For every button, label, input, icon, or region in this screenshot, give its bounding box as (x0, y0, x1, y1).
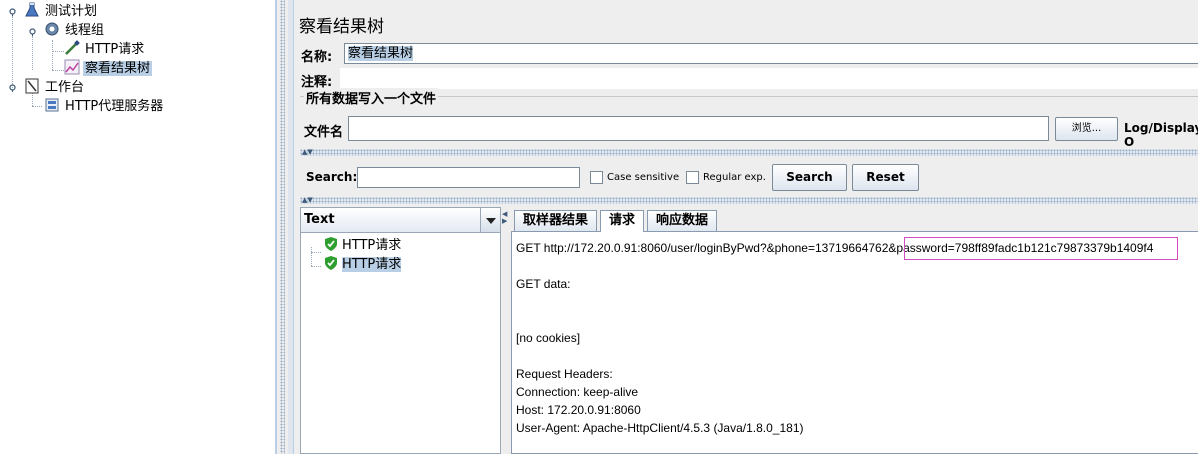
request-line: User-Agent: Apache-HttpClient/4.5.3 (Jav… (516, 421, 804, 435)
chart-icon (64, 59, 80, 75)
request-line: Connection: keep-alive (516, 385, 639, 399)
tree-item-proxy-server[interactable]: HTTP代理服务器 (44, 97, 165, 115)
file-group-title: 所有数据写入一个文件 (304, 88, 439, 107)
search-button[interactable]: Search (772, 164, 847, 191)
filename-label: 文件名 (304, 125, 344, 140)
search-label: Search: (306, 170, 358, 184)
tree-item-workbench[interactable]: 工作台 (24, 78, 86, 96)
tree-item-label: HTTP请求 (85, 42, 145, 57)
name-label: 名称: (301, 50, 333, 65)
browse-button[interactable]: 浏览... (1055, 117, 1118, 141)
case-sensitive-checkbox[interactable] (590, 171, 603, 184)
panel-edge (288, 0, 294, 454)
tree-connector (311, 266, 321, 267)
expand-handle-icon[interactable] (28, 27, 37, 36)
tree-item-result-tree[interactable]: 察看结果树 (64, 59, 153, 77)
page-title: 察看结果树 (299, 17, 384, 37)
expand-handle-icon[interactable] (8, 83, 17, 92)
result-item[interactable]: HTTP请求 (323, 255, 402, 273)
server-icon (45, 98, 59, 112)
gear-icon (45, 22, 59, 36)
flask-icon (25, 2, 39, 17)
chevron-down-icon[interactable] (480, 208, 500, 232)
success-shield-icon (325, 256, 337, 270)
tab-response-data[interactable]: 响应数据 (647, 210, 718, 231)
success-shield-icon (325, 237, 337, 251)
regex-checkbox[interactable] (686, 171, 699, 184)
search-input[interactable] (357, 167, 580, 188)
vertical-splitter[interactable] (276, 0, 288, 454)
tree-item-http-request[interactable]: HTTP请求 (64, 40, 146, 58)
renderer-select-value: Text (304, 212, 335, 227)
pipette-icon (65, 40, 80, 55)
request-line: Request Headers: (516, 367, 613, 381)
tree-connector (311, 247, 312, 266)
tab-sampler-result[interactable]: 取样器结果 (514, 210, 598, 231)
comment-field[interactable] (340, 68, 1198, 89)
tree-item-label: 工作台 (45, 80, 85, 95)
result-item-label: HTTP请求 (342, 257, 402, 272)
case-sensitive-label: Case sensitive (607, 172, 680, 183)
name-field[interactable]: 察看结果树 (344, 43, 1198, 64)
request-line: Host: 172.20.0.91:8060 (516, 403, 641, 417)
regex-label: Regular exp. (703, 172, 766, 183)
collapse-arrows-icon[interactable]: ▲▼ (302, 149, 313, 156)
tab-request[interactable]: 请求 (600, 210, 645, 232)
tree-connector (32, 106, 42, 107)
reset-button[interactable]: Reset (852, 164, 919, 191)
tree-connector (311, 252, 321, 253)
results-splitter[interactable]: ◀ ▶ (501, 207, 511, 454)
expand-handle-icon[interactable] (8, 7, 17, 16)
section-splitter[interactable] (300, 149, 1198, 156)
tree-item-test-plan[interactable]: 测试计划 (24, 2, 99, 20)
request-line: GET data: (516, 277, 571, 291)
tree-connector (32, 36, 33, 70)
result-item[interactable]: HTTP请求 (323, 236, 401, 254)
tree-item-label: 察看结果树 (83, 61, 153, 76)
request-line: [no cookies] (516, 331, 581, 345)
tree-connector (52, 51, 64, 52)
highlight-annotation (904, 237, 1178, 260)
tree-item-thread-group[interactable]: 线程组 (44, 21, 106, 39)
tree-connector (52, 70, 64, 71)
result-item-label: HTTP请求 (342, 238, 402, 253)
tree-item-label: 线程组 (65, 23, 105, 38)
collapse-arrows-icon[interactable]: ▲▼ (302, 197, 313, 204)
name-field-value: 察看结果树 (348, 46, 414, 61)
tree-item-label: HTTP代理服务器 (65, 99, 164, 114)
tree-item-label: 测试计划 (45, 4, 98, 19)
log-display-label: Log/Display O (1124, 121, 1198, 149)
tree-connector (12, 16, 13, 88)
tree-connector (52, 40, 53, 70)
section-splitter[interactable] (300, 197, 1198, 204)
workbench-icon (25, 78, 39, 94)
test-plan-tree[interactable]: 测试计划 线程组 HTTP请求 察看结果树 工作台 HTTP代理服务器 (0, 0, 276, 454)
filename-input[interactable] (348, 116, 1049, 141)
renderer-select[interactable]: Text (301, 208, 500, 233)
